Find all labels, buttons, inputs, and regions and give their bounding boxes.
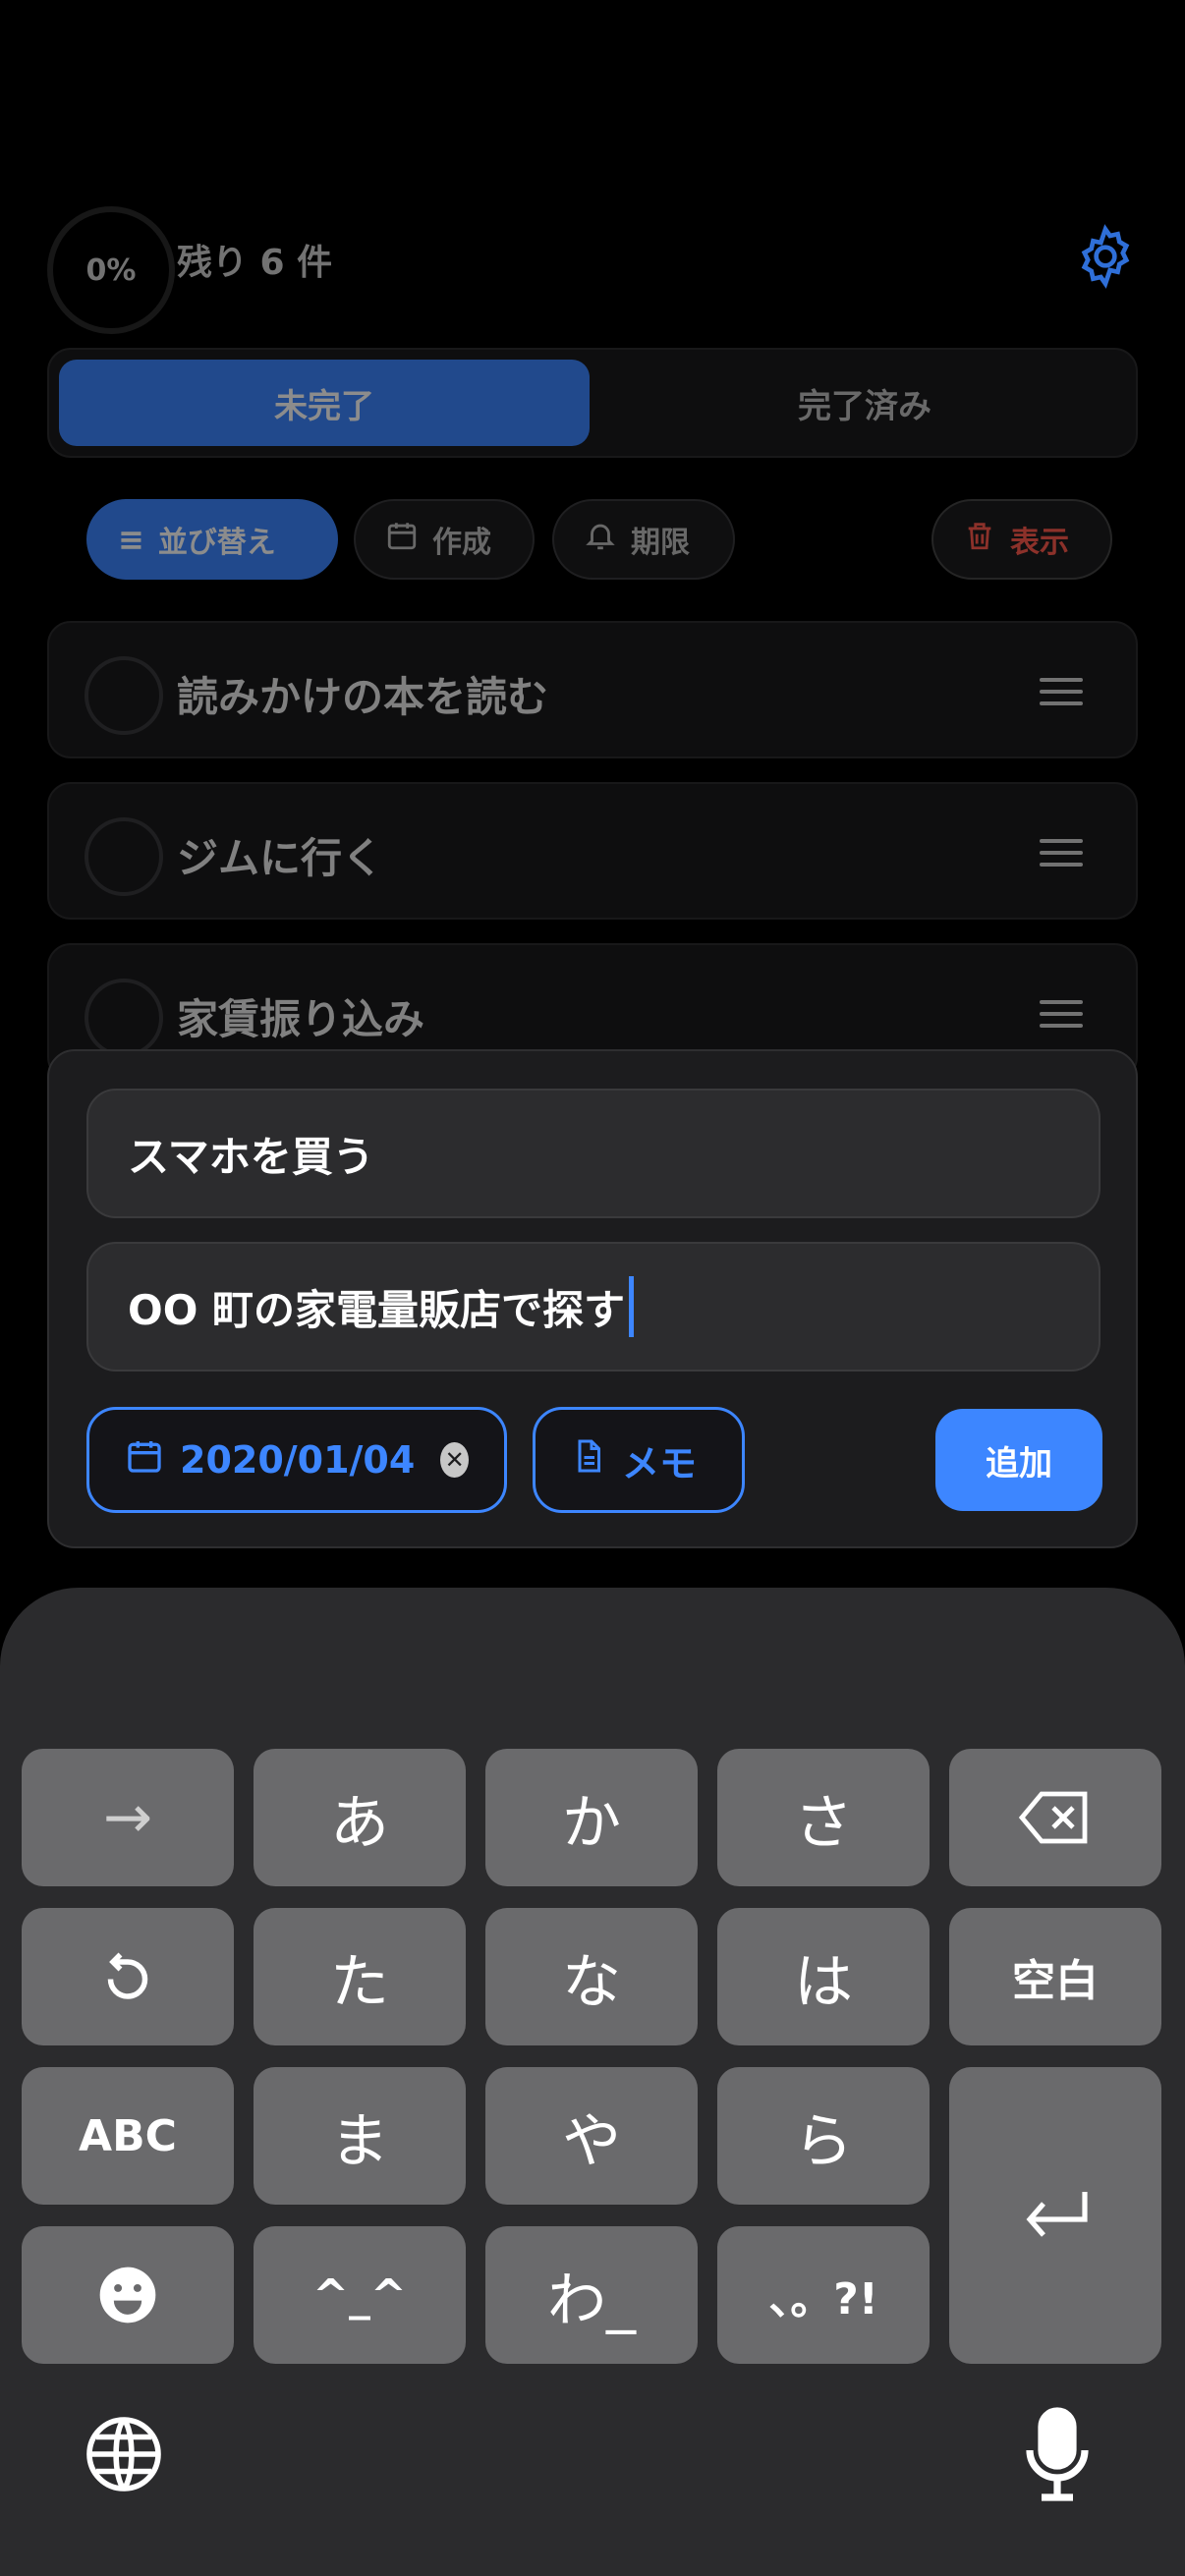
return-icon[interactable]	[949, 2067, 1161, 2364]
task-title: 読みかけの本を読む	[177, 673, 549, 721]
task-title-input[interactable]: スマホを買う	[86, 1089, 1100, 1218]
deadline-chip-label: 期限	[631, 526, 690, 560]
key-ka[interactable]: か	[485, 1749, 698, 1886]
task-note-input[interactable]: OO 町の家電量販店で探す	[86, 1242, 1100, 1372]
drag-handle-icon[interactable]	[1040, 839, 1083, 867]
key-kaomoji[interactable]: ^_^	[254, 2226, 466, 2364]
key-wa[interactable]: わ_	[485, 2226, 698, 2364]
document-icon	[571, 1436, 606, 1484]
key-ra[interactable]: ら	[717, 2067, 930, 2205]
due-date-button[interactable]: 2020/01/04 ✕	[86, 1407, 507, 1513]
gear-icon[interactable]	[1071, 222, 1140, 291]
tab-incomplete[interactable]: 未完了	[59, 360, 590, 446]
key-ya[interactable]: や	[485, 2067, 698, 2205]
created-chip[interactable]: 作成	[354, 499, 535, 580]
drag-handle-icon[interactable]	[1040, 1000, 1083, 1028]
key-punctuation[interactable]: 、。?!	[717, 2226, 930, 2364]
bell-icon	[584, 519, 617, 560]
memo-label: メモ	[622, 1441, 698, 1485]
task-checkbox[interactable]	[85, 656, 163, 735]
add-button[interactable]: 追加	[935, 1409, 1102, 1511]
progress-ring: 0%	[47, 206, 175, 334]
backspace-icon[interactable]	[949, 1749, 1161, 1886]
undo-icon[interactable]	[22, 1908, 234, 2045]
key-a[interactable]: あ	[254, 1749, 466, 1886]
task-row[interactable]: 読みかけの本を読む	[47, 621, 1138, 758]
task-title: 家賃振り込み	[177, 995, 425, 1043]
new-task-card: スマホを買う OO 町の家電量販店で探す 2020/01/04 ✕ メモ 追加	[47, 1049, 1138, 1548]
task-checkbox[interactable]	[85, 817, 163, 896]
task-title-value: スマホを買う	[128, 1132, 374, 1181]
calendar-icon	[125, 1436, 164, 1484]
sort-chip-label: 並び替え	[157, 526, 276, 560]
key-ma[interactable]: ま	[254, 2067, 466, 2205]
globe-icon[interactable]	[83, 2413, 165, 2495]
memo-button[interactable]: メモ	[533, 1407, 745, 1513]
task-note-value: OO 町の家電量販店で探す	[128, 1285, 626, 1334]
created-chip-label: 作成	[432, 526, 491, 560]
key-abc[interactable]: ABC	[22, 2067, 234, 2205]
deadline-chip[interactable]: 期限	[552, 499, 735, 580]
microphone-icon[interactable]	[1022, 2407, 1093, 2501]
show-chip-label: 表示	[1010, 526, 1069, 560]
task-checkbox[interactable]	[85, 979, 163, 1057]
menu-icon: ≡	[118, 521, 144, 558]
trash-icon	[963, 519, 996, 560]
clear-icon[interactable]: ✕	[440, 1442, 469, 1478]
key-arrow-right[interactable]: →	[22, 1749, 234, 1886]
software-keyboard: → あ か さ た な は 空白 ABC ま や ら ^_^ わ_ 、。?!	[0, 1588, 1185, 2576]
remaining-count: 残り 6 件	[177, 243, 333, 283]
drag-handle-icon[interactable]	[1040, 678, 1083, 705]
text-caret	[629, 1276, 635, 1337]
key-space[interactable]: 空白	[949, 1908, 1161, 2045]
emoji-icon[interactable]	[22, 2226, 234, 2364]
tab-completed[interactable]: 完了済み	[599, 360, 1130, 446]
show-completed-chip[interactable]: 表示	[931, 499, 1112, 580]
due-date-value: 2020/01/04	[180, 1438, 416, 1482]
key-ha[interactable]: は	[717, 1908, 930, 2045]
task-row[interactable]: ジムに行く	[47, 782, 1138, 920]
task-title: ジムに行く	[177, 834, 384, 882]
key-na[interactable]: な	[485, 1908, 698, 2045]
calendar-icon	[385, 519, 419, 560]
key-ta[interactable]: た	[254, 1908, 466, 2045]
sort-chip[interactable]: ≡ 並び替え	[86, 499, 338, 580]
progress-percent: 0%	[85, 252, 137, 288]
status-segmented-control: 未完了 完了済み	[47, 348, 1138, 458]
key-sa[interactable]: さ	[717, 1749, 930, 1886]
